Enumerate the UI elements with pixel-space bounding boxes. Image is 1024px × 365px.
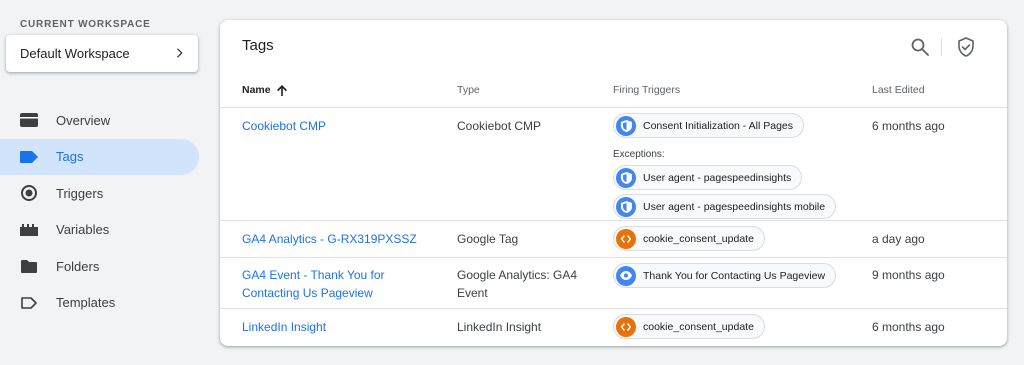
sidebar-item-templates[interactable]: Templates	[0, 285, 210, 322]
trigger-icon	[20, 184, 38, 202]
sidebar: CURRENT WORKSPACE Default Workspace Over…	[0, 0, 210, 365]
table-row: LinkedIn Insight LinkedIn Insight cookie…	[220, 309, 1007, 346]
overview-icon	[20, 111, 38, 129]
variables-icon	[20, 221, 38, 239]
sidebar-item-label: Folders	[56, 258, 100, 274]
sidebar-item-tags[interactable]: Tags	[0, 138, 199, 175]
custom-event-icon	[616, 228, 636, 249]
tags-card: Tags Name Type Firing Triggers Last Edit…	[220, 20, 1007, 346]
eye-icon	[616, 265, 636, 286]
sidebar-item-label: Variables	[56, 222, 110, 238]
chevron-right-icon	[172, 45, 186, 63]
last-edited: 6 months ago	[872, 320, 945, 334]
exception-label: User agent - pagespeedinsights mobile	[643, 200, 826, 213]
sidebar-item-label: Triggers	[56, 185, 104, 201]
consent-shield-icon	[616, 115, 636, 136]
sidebar-item-folders[interactable]: Folders	[0, 248, 210, 285]
tag-name-link[interactable]: LinkedIn Insight	[242, 318, 442, 336]
table-row: GA4 Event - Thank You for Contacting Us …	[220, 258, 1007, 309]
custom-event-icon	[616, 316, 636, 337]
last-edited: 9 months ago	[872, 268, 945, 282]
column-triggers-header[interactable]: Firing Triggers	[613, 84, 680, 96]
table-row: GA4 Analytics - G-RX319PXSSZ Google Tag …	[220, 221, 1007, 258]
firing-triggers: cookie_consent_update	[613, 226, 863, 251]
tag-icon	[20, 148, 38, 166]
trigger-chip[interactable]: Consent Initialization - All Pages	[613, 113, 804, 138]
workspace-selector[interactable]: Default Workspace	[6, 35, 198, 72]
sidebar-item-variables[interactable]: Variables	[0, 212, 210, 249]
firing-triggers: cookie_consent_update	[613, 314, 863, 339]
exception-label: User agent - pagespeedinsights	[643, 171, 792, 184]
folder-icon	[20, 257, 38, 275]
firing-triggers: Consent Initialization - All Pages Excep…	[613, 113, 863, 219]
exception-chip[interactable]: User agent - pagespeedinsights	[613, 165, 803, 190]
last-edited: a day ago	[872, 232, 925, 246]
tag-type: Cookiebot CMP	[457, 119, 542, 133]
sidebar-item-overview[interactable]: Overview	[0, 102, 210, 139]
shield-check-icon[interactable]	[955, 36, 977, 58]
search-icon[interactable]	[909, 36, 931, 58]
tag-type: Google Tag	[457, 232, 519, 246]
tag-type: LinkedIn Insight	[457, 320, 542, 334]
trigger-chip[interactable]: Thank You for Contacting Us Pageview	[613, 263, 837, 288]
trigger-chip[interactable]: cookie_consent_update	[613, 226, 765, 251]
sidebar-item-label: Overview	[56, 112, 111, 128]
firing-triggers: Thank You for Contacting Us Pageview	[613, 263, 863, 288]
table-header: Name Type Firing Triggers Last Edited	[220, 80, 1007, 108]
column-type-header[interactable]: Type	[457, 84, 480, 96]
exceptions-label: Exceptions:	[613, 149, 665, 160]
workspace-label: CURRENT WORKSPACE	[20, 19, 151, 30]
sidebar-item-triggers[interactable]: Triggers	[0, 175, 210, 212]
tag-name-link[interactable]: GA4 Analytics - G-RX319PXSSZ	[242, 230, 442, 248]
tag-name-link[interactable]: GA4 Event - Thank You for Contacting Us …	[242, 266, 412, 302]
column-name-header[interactable]: Name	[242, 84, 287, 96]
tag-type: Google Analytics: GA4 Event	[457, 268, 578, 300]
column-name-label: Name	[242, 84, 271, 96]
column-edited-header[interactable]: Last Edited	[872, 84, 925, 96]
sidebar-item-label: Tags	[56, 149, 84, 165]
arrow-up-icon	[276, 84, 287, 96]
trigger-label: Consent Initialization - All Pages	[643, 119, 793, 132]
sidebar-item-label: Templates	[56, 295, 116, 311]
tag-name-link[interactable]: Cookiebot CMP	[242, 117, 442, 135]
trigger-label: Thank You for Contacting Us Pageview	[643, 269, 826, 282]
trigger-chip[interactable]: cookie_consent_update	[613, 314, 765, 339]
trigger-label: cookie_consent_update	[643, 232, 754, 245]
table-row: Cookiebot CMP Cookiebot CMP Consent Init…	[220, 108, 1007, 221]
workspace-name: Default Workspace	[20, 46, 130, 61]
consent-shield-icon	[616, 167, 636, 188]
header-divider	[941, 38, 942, 56]
sidebar-nav: Overview Tags Triggers Variables Folders	[0, 102, 210, 321]
trigger-label: cookie_consent_update	[643, 320, 754, 333]
page-title: Tags	[242, 37, 274, 54]
template-icon	[20, 294, 38, 312]
consent-shield-icon	[616, 196, 636, 217]
header-actions	[909, 36, 977, 58]
last-edited: 6 months ago	[872, 119, 945, 133]
exception-chip[interactable]: User agent - pagespeedinsights mobile	[613, 194, 837, 219]
